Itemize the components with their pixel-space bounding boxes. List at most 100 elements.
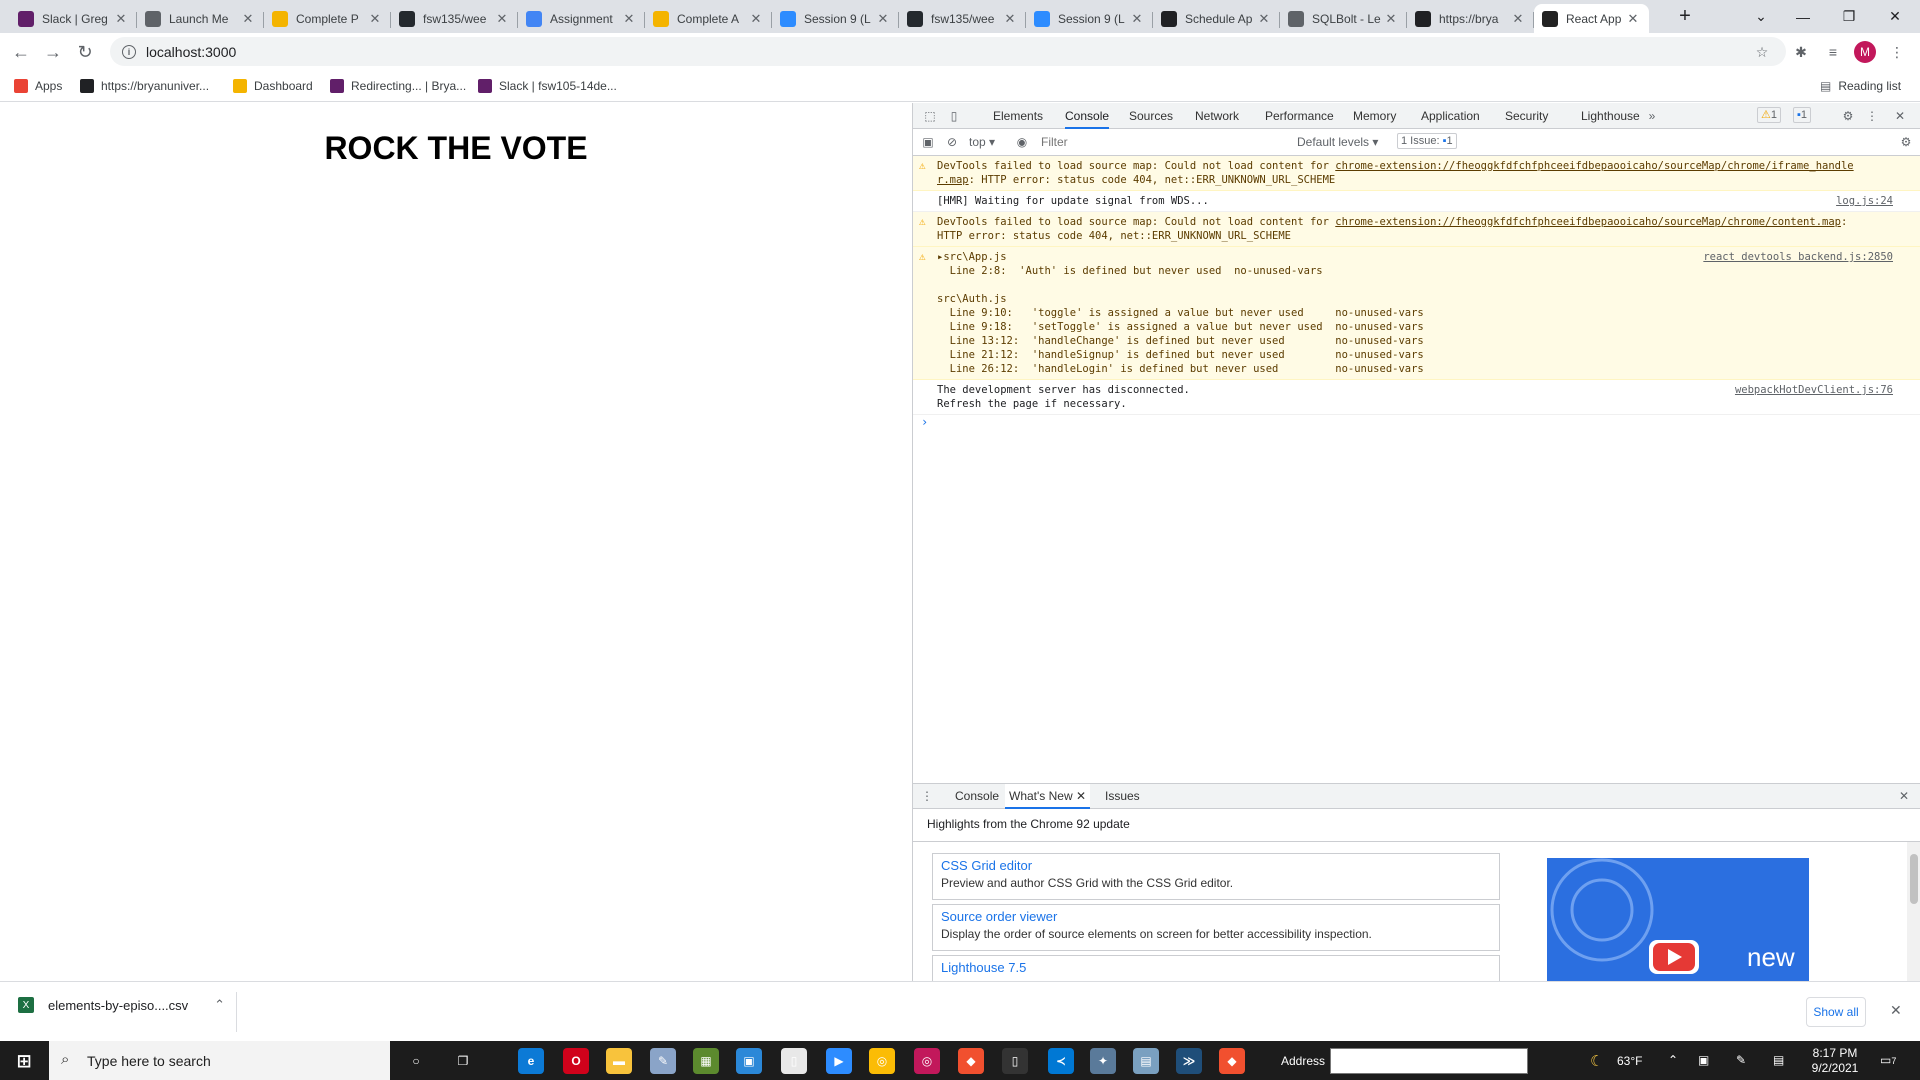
back-icon[interactable]: ← — [8, 39, 34, 65]
browser-tab[interactable]: React App ✕ — [1534, 4, 1649, 33]
close-tab-icon[interactable]: ✕ — [1256, 11, 1272, 27]
terminal-icon[interactable]: ≫ — [1176, 1048, 1202, 1074]
close-tab-icon[interactable]: ✕ — [367, 11, 383, 27]
close-downloads-icon[interactable]: ✕ — [1890, 1002, 1902, 1019]
browser-tab[interactable]: Session 9 (L ✕ — [1026, 4, 1153, 33]
devtools-tab-performance[interactable]: Performance — [1265, 103, 1334, 129]
weather-temp[interactable]: 63°F — [1617, 1054, 1642, 1068]
issues-button[interactable]: 1 Issue: ▪ 1 — [1397, 133, 1457, 149]
chrome-profile-icon[interactable]: ◎ — [914, 1048, 940, 1074]
devtools-menu-icon[interactable]: ⋮ — [1863, 107, 1881, 125]
filter-input[interactable]: Filter — [1037, 133, 1199, 151]
site-info-icon[interactable]: i — [122, 44, 136, 59]
console-message[interactable]: ⚠ ▸src\App.js Line 2:8: 'Auth' is defined… — [913, 247, 1920, 380]
browser-tab[interactable]: Complete P ✕ — [264, 4, 391, 33]
pen-icon[interactable]: ✎ — [1736, 1053, 1746, 1067]
browser-tab[interactable]: SQLBolt - Le ✕ — [1280, 4, 1407, 33]
close-tab-icon[interactable]: ✕ — [1002, 11, 1018, 27]
keyboard-icon[interactable]: ▤ — [1773, 1053, 1784, 1067]
context-select[interactable]: top ▾ — [969, 133, 995, 151]
devtools-tab-security[interactable]: Security — [1505, 103, 1548, 129]
devtools-tab-console[interactable]: Console — [1065, 103, 1110, 129]
console-prompt[interactable]: › — [921, 415, 928, 429]
browser-tab[interactable]: fsw135/wee ✕ — [899, 4, 1026, 33]
close-window-icon[interactable]: ✕ — [1872, 0, 1918, 33]
chevron-up-icon[interactable]: ⌃ — [214, 997, 225, 1013]
devtools-tab-application[interactable]: Application — [1421, 103, 1480, 129]
vscode-icon[interactable]: ≺ — [1048, 1048, 1074, 1074]
source-map-link[interactable]: chrome-extension://fheoggkfdfchfphceeifd… — [1335, 216, 1841, 228]
avatar[interactable]: M — [1854, 41, 1876, 63]
close-tab-icon[interactable]: ✕ — [621, 11, 637, 27]
bookmark-item[interactable]: Dashboard — [233, 76, 313, 96]
cortana-icon[interactable]: ○ — [403, 1048, 429, 1074]
browser-tab[interactable]: Schedule Ap ✕ — [1153, 4, 1280, 33]
new-tab-button[interactable]: + — [1662, 0, 1708, 33]
document-icon[interactable]: ▯ — [781, 1048, 807, 1074]
app-icon[interactable]: ▯ — [1002, 1048, 1028, 1074]
store-icon[interactable]: ▣ — [736, 1048, 762, 1074]
browser-tab[interactable]: Slack | Greg ✕ — [10, 4, 137, 33]
message-count-badge[interactable]: ▪ 1 — [1793, 107, 1812, 123]
browser-tab[interactable]: fsw135/wee ✕ — [391, 4, 518, 33]
tool-icon[interactable]: ✦ — [1090, 1048, 1116, 1074]
inspect-icon[interactable]: ⬚ — [921, 107, 939, 125]
git-gui-icon[interactable]: ◆ — [1219, 1048, 1245, 1074]
taskbar-search-input[interactable]: ⌕ Type here to search — [49, 1041, 390, 1080]
close-tab-icon[interactable]: ✕ — [875, 11, 891, 27]
devtools-tab-sources[interactable]: Sources — [1129, 103, 1173, 129]
file-explorer-icon[interactable]: ▬ — [606, 1048, 632, 1074]
tray-chevron-icon[interactable]: ⌃ — [1668, 1053, 1678, 1067]
devtools-tab-memory[interactable]: Memory — [1353, 103, 1396, 129]
list-item[interactable]: Source order viewer Display the order of… — [932, 904, 1500, 951]
clock[interactable]: 8:17 PM 9/2/2021 — [1803, 1046, 1867, 1076]
opera-icon[interactable]: O — [563, 1048, 589, 1074]
close-tab-icon[interactable]: ✕ — [1129, 11, 1145, 27]
meet-now-icon[interactable]: ▣ — [1698, 1053, 1709, 1067]
show-all-button[interactable]: Show all — [1806, 997, 1866, 1027]
live-expression-eye-icon[interactable]: ◉ — [1013, 133, 1031, 151]
browser-tab[interactable]: Session 9 (L ✕ — [772, 4, 899, 33]
devtools-tab-network[interactable]: Network — [1195, 103, 1239, 129]
bookmark-item[interactable]: Apps — [14, 76, 62, 96]
close-devtools-icon[interactable]: ✕ — [1891, 107, 1909, 125]
list-item[interactable]: Lighthouse 7.5 — [932, 955, 1500, 982]
devtools-tab-lighthouse[interactable]: Lighthouse — [1581, 103, 1640, 129]
close-tab-icon[interactable]: ✕ — [494, 11, 510, 27]
bookmark-item[interactable]: Slack | fsw105-14de... — [478, 76, 617, 96]
browser-tab[interactable]: Assignment ✕ — [518, 4, 645, 33]
drawer-tab-console[interactable]: Console — [951, 784, 1003, 809]
source-link[interactable]: webpackHotDevClient.js:76 — [1735, 383, 1893, 397]
zoom-icon[interactable]: ▶ — [826, 1048, 852, 1074]
close-tab-icon[interactable]: ✕ — [1625, 11, 1641, 27]
download-item[interactable]: X elements-by-episo....csv ⌃ — [18, 997, 225, 1013]
edge-icon[interactable]: e — [518, 1048, 544, 1074]
browser-tab[interactable]: Complete A ✕ — [645, 4, 772, 33]
task-view-icon[interactable]: ❐ — [450, 1048, 476, 1074]
media-icon[interactable]: ≡ — [1822, 41, 1844, 63]
scrollbar-thumb[interactable] — [1910, 854, 1918, 904]
notifications-icon[interactable]: ▭7 — [1880, 1053, 1896, 1067]
levels-select[interactable]: Default levels ▾ — [1297, 133, 1378, 151]
item-title[interactable]: Source order viewer — [941, 909, 1491, 924]
close-tab-icon[interactable]: ✕ — [113, 11, 129, 27]
close-tab-icon[interactable]: ✕ — [1383, 11, 1399, 27]
console-settings-gear-icon[interactable]: ⚙ — [1897, 133, 1915, 151]
source-link[interactable]: react devtools backend.js:2850 — [1703, 250, 1893, 264]
windows-start-icon[interactable]: ⊞ — [11, 1048, 37, 1074]
bookmark-item[interactable]: Redirecting... | Brya... — [330, 76, 466, 96]
bookmark-star-icon[interactable]: ☆ — [1751, 41, 1773, 63]
close-tab-icon[interactable]: ✕ — [240, 11, 256, 27]
git-icon[interactable]: ◆ — [958, 1048, 984, 1074]
menu-icon[interactable]: ⋮ — [1886, 41, 1908, 63]
notes-icon[interactable]: ▤ — [1133, 1048, 1159, 1074]
item-title[interactable]: CSS Grid editor — [941, 858, 1491, 873]
warning-count-badge[interactable]: ⚠ 1 — [1757, 107, 1781, 123]
forward-icon[interactable]: → — [40, 39, 66, 65]
source-link[interactable]: log.js:24 — [1836, 194, 1893, 208]
bookmark-item[interactable]: https://bryanuniver... — [80, 76, 209, 96]
devtools-tab-elements[interactable]: Elements — [993, 103, 1043, 129]
drawer-tab-issues[interactable]: Issues — [1101, 784, 1144, 809]
device-toolbar-icon[interactable]: ▯ — [945, 107, 963, 125]
restore-icon[interactable]: ❐ — [1826, 0, 1872, 33]
